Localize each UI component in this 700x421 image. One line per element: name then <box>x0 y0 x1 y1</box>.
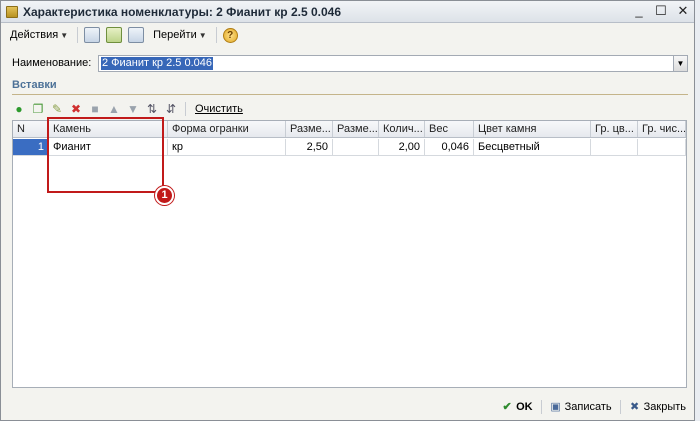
copy-row-icon[interactable]: ❐ <box>31 102 45 116</box>
section-title: Вставки <box>12 79 57 91</box>
dialog-footer: ✔ OK ▣ Записать ✖ Закрыть <box>1 397 694 419</box>
end-edit-icon[interactable]: ■ <box>88 102 102 116</box>
refresh-icon[interactable] <box>128 27 145 43</box>
cell-quantity[interactable]: 2,00 <box>379 139 425 155</box>
footer-buttons: ✔ OK ▣ Записать ✖ Закрыть <box>499 400 688 414</box>
section-divider <box>12 94 688 95</box>
footer-separator <box>540 400 542 414</box>
table-header: N Камень Форма огранки Разме... Разме...… <box>13 121 686 138</box>
cell-n[interactable]: 1 <box>13 139 49 155</box>
delete-icon[interactable]: ✖ <box>69 102 83 116</box>
goto-menu-label: Перейти <box>153 29 197 41</box>
column-header-color-group[interactable]: Гр. цв... <box>591 121 638 137</box>
cell-weight[interactable]: 0,046 <box>425 139 474 155</box>
cell-color-group[interactable] <box>591 139 638 155</box>
cell-stone[interactable]: Фианит <box>49 139 168 155</box>
edit-icon[interactable]: ✎ <box>50 102 64 116</box>
ok-button[interactable]: ✔ OK <box>499 401 535 413</box>
move-up-icon[interactable]: ▲ <box>107 102 121 116</box>
cell-stone-color[interactable]: Бесцветный <box>474 139 591 155</box>
name-input[interactable]: 2 Фианит кр 2.5 0.046 ▼ <box>98 55 688 72</box>
name-dropdown-button[interactable]: ▼ <box>673 56 687 71</box>
footer-separator <box>619 400 621 414</box>
name-row: Наименование: 2 Фианит кр 2.5 0.046 ▼ <box>12 55 688 72</box>
main-toolbar: Действия ▼ Перейти ▼ ? <box>1 24 694 46</box>
cell-size-1[interactable]: 2,50 <box>286 139 333 155</box>
title-bar[interactable]: Характеристика номенклатуры: 2 Фианит кр… <box>1 1 694 23</box>
grid-toolbar: ● ❐ ✎ ✖ ■ ▲ ▼ ⇅ ⇵ Очистить <box>12 100 243 118</box>
cell-cut-shape[interactable]: кр <box>168 139 286 155</box>
goto-menu[interactable]: Перейти ▼ <box>150 28 210 42</box>
column-header-n[interactable]: N <box>13 121 49 137</box>
check-icon: ✔ <box>502 401 512 413</box>
column-header-quantity[interactable]: Колич... <box>379 121 425 137</box>
column-header-weight[interactable]: Вес <box>425 121 474 137</box>
cell-size-2[interactable] <box>333 139 379 155</box>
name-input-value: 2 Фианит кр 2.5 0.046 <box>101 57 213 70</box>
actions-menu[interactable]: Действия ▼ <box>7 28 71 42</box>
close-icon: ✖ <box>630 401 640 413</box>
grid-toolbar-separator <box>185 102 186 116</box>
actions-menu-label: Действия <box>10 29 59 41</box>
save-icon: ▣ <box>550 401 561 413</box>
name-label: Наименование: <box>12 57 92 69</box>
chevron-down-icon: ▼ <box>60 30 69 40</box>
save-button[interactable]: ▣ Записать <box>548 401 614 413</box>
help-icon[interactable]: ? <box>222 27 238 43</box>
table-row[interactable]: 1 Фианит кр 2,50 2,00 0,046 Бесцветный <box>13 139 686 156</box>
toolbar-separator <box>77 27 79 43</box>
cell-clarity-group[interactable] <box>638 139 686 155</box>
chevron-down-icon: ▼ <box>198 30 207 40</box>
minimize-button[interactable]: _ <box>632 4 646 18</box>
column-header-size-2[interactable]: Разме... <box>333 121 379 137</box>
save-button-label: Записать <box>564 401 612 413</box>
structure-icon[interactable] <box>84 27 101 43</box>
column-header-clarity-group[interactable]: Гр. чис... <box>638 121 686 137</box>
callout-badge: 1 <box>155 186 174 205</box>
ok-button-label: OK <box>516 401 533 413</box>
window-title: Характеристика номенклатуры: 2 Фианит кр… <box>23 5 342 19</box>
app-icon <box>6 6 18 18</box>
move-down-icon[interactable]: ▼ <box>126 102 140 116</box>
window-controls: _ ☐ ✕ <box>632 4 690 18</box>
column-header-stone-color[interactable]: Цвет камня <box>474 121 591 137</box>
close-window-button[interactable]: ✕ <box>676 4 690 18</box>
close-button[interactable]: ✖ Закрыть <box>627 401 688 413</box>
add-row-icon[interactable]: ● <box>12 102 26 116</box>
view-icon[interactable] <box>106 27 123 43</box>
column-header-stone[interactable]: Камень <box>49 121 168 137</box>
clear-button[interactable]: Очистить <box>195 103 243 115</box>
toolbar-separator <box>215 27 217 43</box>
inserts-table: N Камень Форма огранки Разме... Разме...… <box>12 120 687 388</box>
sort-descending-icon[interactable]: ⇵ <box>164 102 178 116</box>
dialog-window: Характеристика номенклатуры: 2 Фианит кр… <box>0 0 695 421</box>
column-header-cut-shape[interactable]: Форма огранки <box>168 121 286 137</box>
maximize-button[interactable]: ☐ <box>654 4 668 18</box>
column-header-size-1[interactable]: Разме... <box>286 121 333 137</box>
close-button-label: Закрыть <box>643 401 686 413</box>
sort-ascending-icon[interactable]: ⇅ <box>145 102 159 116</box>
